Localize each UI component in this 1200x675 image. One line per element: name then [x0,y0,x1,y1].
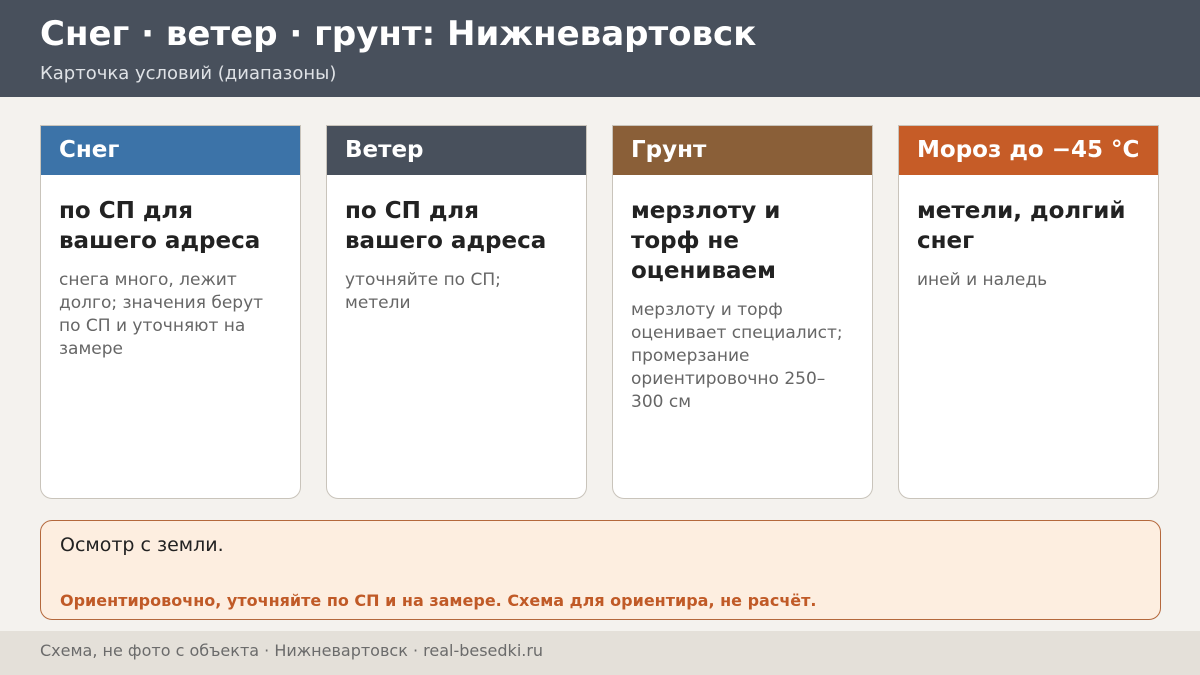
card-wind-note: уточняйте по СП; метели [345,270,501,313]
inspection-box: Осмотр с земли. Ориентировочно, уточняйт… [40,520,1161,620]
page-title: Снег · ветер · грунт: Нижневартовск [40,14,757,54]
card-ground-note: мерзлоту и торф оценивает специалист; пр… [631,300,843,412]
card-ground-main: мерзлоту и торф не оцениваем [631,198,781,284]
card-frost-main: метели, долгий снег [917,198,1126,254]
card-ground: Грунт мерзлоту и торф не оцениваем мерзл… [612,125,873,499]
card-ground-title: Грунт [613,126,872,175]
card-wind: Ветер по СП для вашего адреса уточняйте … [326,125,587,499]
card-frost: Мороз до −45 °C метели, долгий снег иней… [898,125,1159,499]
header-bar: Снег · ветер · грунт: Нижневартовск Карт… [0,0,1200,97]
card-wind-title: Ветер [327,126,586,175]
footer-text: Схема, не фото с объекта · Нижневартовск… [40,641,544,660]
card-wind-main: по СП для вашего адреса [345,198,547,254]
page-subtitle: Карточка условий (диапазоны) [40,63,337,84]
card-snow-title: Снег [41,126,300,175]
card-frost-note: иней и наледь [917,270,1048,290]
disclaimer-warning: Ориентировочно, уточняйте по СП и на зам… [60,591,817,610]
card-snow-note: снега много, лежит долго; значения берут… [59,270,264,359]
footer-bar: Схема, не фото с объекта · Нижневартовск… [0,631,1200,675]
card-frost-title: Мороз до −45 °C [899,126,1158,175]
card-snow: Снег по СП для вашего адреса снега много… [40,125,301,499]
card-snow-main: по СП для вашего адреса [59,198,261,254]
inspection-text: Осмотр с земли. [60,534,224,556]
